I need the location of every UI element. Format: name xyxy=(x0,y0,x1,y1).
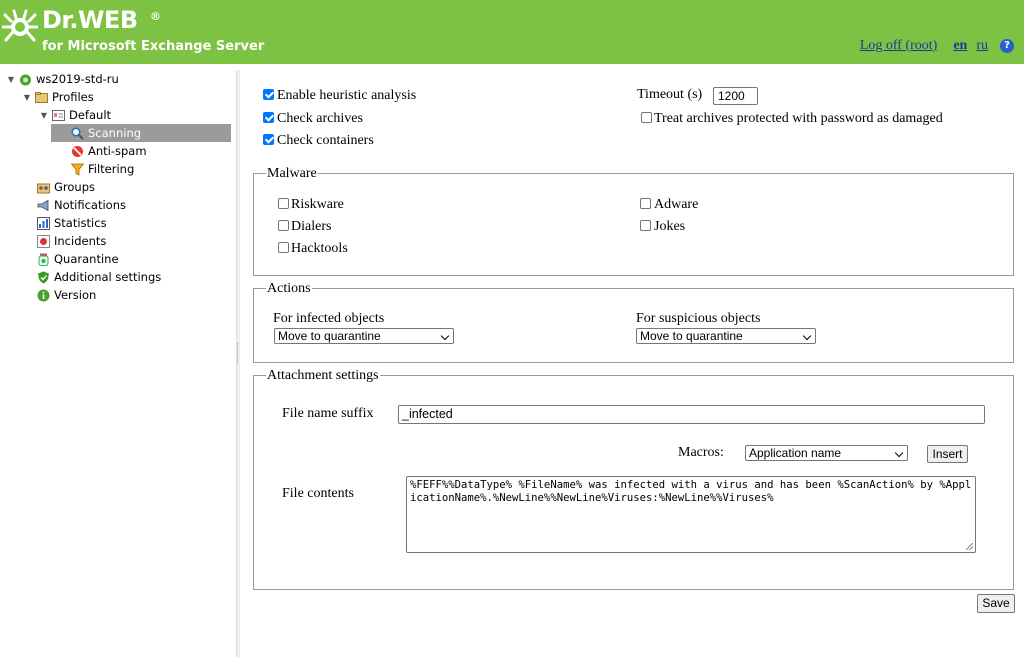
dialers-label: Dialers xyxy=(291,219,332,234)
resize-grip-icon[interactable] xyxy=(966,543,973,550)
tree-label: Groups xyxy=(54,180,96,194)
suspicious-objects-label: For suspicious objects xyxy=(636,311,761,326)
megaphone-icon xyxy=(37,199,50,212)
chevron-down-icon xyxy=(894,448,904,458)
sidebar-tree: ▼ ws2019-std-ru ▼ Profiles ▼ Default Sca… xyxy=(0,64,236,657)
magnifier-icon xyxy=(71,126,84,140)
groups-icon xyxy=(37,181,50,194)
tree-label: Scanning xyxy=(88,126,142,140)
bar-chart-icon xyxy=(37,216,50,230)
tree-label: Additional settings xyxy=(54,270,162,284)
tree-item-incidents[interactable]: Incidents xyxy=(37,232,106,250)
jokes-label: Jokes xyxy=(654,219,686,234)
tree-item-statistics[interactable]: Statistics xyxy=(37,214,107,232)
tree-label: Profiles xyxy=(52,90,94,104)
tree-label: Incidents xyxy=(54,234,107,248)
funnel-icon xyxy=(70,163,85,176)
malware-fieldset xyxy=(253,173,1014,276)
profile-card-icon xyxy=(52,109,65,122)
select-value: Move to quarantine xyxy=(278,329,381,343)
tree-item-scanning[interactable]: Scanning xyxy=(51,124,231,142)
header-links: Log off (root) en ru ? xyxy=(860,37,1014,55)
check-containers-checkbox[interactable] xyxy=(263,134,274,145)
registered-mark: ® xyxy=(150,10,161,23)
collapse-arrow-icon[interactable]: ▼ xyxy=(39,111,49,120)
collapse-arrow-icon[interactable]: ▼ xyxy=(22,93,32,102)
brand-name: Dr.WEB xyxy=(42,6,138,34)
riskware-label: Riskware xyxy=(291,197,344,212)
info-icon xyxy=(37,289,50,302)
tree-item-groups[interactable]: Groups xyxy=(37,178,95,196)
timeout-input[interactable]: 1200 xyxy=(713,87,758,105)
check-containers-label: Check containers xyxy=(277,133,374,148)
insert-button[interactable]: Insert xyxy=(927,445,968,463)
no-entry-icon xyxy=(71,145,84,158)
tree-item-default-profile[interactable]: ▼ Default xyxy=(39,106,111,124)
dialers-checkbox[interactable] xyxy=(278,220,289,231)
suffix-input[interactable]: _infected xyxy=(398,405,985,424)
tree-item-version[interactable]: Version xyxy=(37,286,96,304)
save-button[interactable]: Save xyxy=(977,594,1015,613)
tree-item-antispam[interactable]: Anti-spam xyxy=(71,142,147,160)
check-archives-label: Check archives xyxy=(277,111,363,126)
jokes-checkbox[interactable] xyxy=(640,220,651,231)
tree-item-additional-settings[interactable]: Additional settings xyxy=(37,268,161,286)
adware-checkbox[interactable] xyxy=(640,198,651,209)
heuristic-label: Enable heuristic analysis xyxy=(277,88,417,103)
shield-icon xyxy=(37,271,50,284)
quarantine-jar-icon xyxy=(37,253,50,266)
incident-icon xyxy=(37,234,50,248)
header-bar: Dr.WEB ® for Microsoft Exchange Server L… xyxy=(0,0,1024,64)
file-contents-text: %FEFF%%DataType% %FileName% was infected… xyxy=(410,479,972,504)
actions-legend: Actions xyxy=(266,281,312,297)
splitter-grip-icon[interactable] xyxy=(237,343,239,363)
drweb-spider-logo-icon xyxy=(2,9,38,42)
tree-label: Anti-spam xyxy=(88,144,147,158)
heuristic-checkbox[interactable] xyxy=(263,89,274,100)
tree-item-profiles[interactable]: ▼ Profiles xyxy=(22,88,94,106)
suffix-label: File name suffix xyxy=(282,406,374,421)
select-value: Move to quarantine xyxy=(640,329,743,343)
tree-item-quarantine[interactable]: Quarantine xyxy=(37,250,119,268)
server-bug-icon xyxy=(19,73,32,86)
macros-select[interactable]: Application name xyxy=(745,445,908,461)
brand-subtitle: for Microsoft Exchange Server xyxy=(42,39,265,54)
timeout-label: Timeout (s) xyxy=(637,87,703,102)
macros-label: Macros: xyxy=(678,445,724,460)
adware-label: Adware xyxy=(654,197,699,212)
chevron-down-icon xyxy=(802,331,812,341)
check-archives-checkbox[interactable] xyxy=(263,112,274,123)
suspicious-action-select[interactable]: Move to quarantine xyxy=(636,328,816,344)
tree-label: ws2019-std-ru xyxy=(36,72,119,86)
tree-label: Default xyxy=(69,108,112,122)
folder-icon xyxy=(35,91,48,104)
hacktools-label: Hacktools xyxy=(291,241,348,256)
tree-item-filtering[interactable]: Filtering xyxy=(70,160,135,178)
infected-objects-label: For infected objects xyxy=(273,311,385,326)
protected-archives-checkbox[interactable] xyxy=(641,112,652,123)
tree-label: Quarantine xyxy=(54,252,119,266)
tree-label: Filtering xyxy=(88,162,135,176)
lang-ru-link[interactable]: ru xyxy=(976,38,988,54)
protected-archives-label: Treat archives protected with password a… xyxy=(654,111,943,126)
tree-label: Notifications xyxy=(54,198,126,212)
tree-item-notifications[interactable]: Notifications xyxy=(37,196,126,214)
logoff-link[interactable]: Log off (root) xyxy=(860,38,938,54)
tree-label: Statistics xyxy=(54,216,107,230)
malware-legend: Malware xyxy=(266,166,318,182)
collapse-arrow-icon[interactable]: ▼ xyxy=(6,75,16,84)
tree-item-server[interactable]: ▼ ws2019-std-ru xyxy=(6,70,119,88)
select-value: Application name xyxy=(749,446,842,460)
attachment-legend: Attachment settings xyxy=(266,368,380,384)
riskware-checkbox[interactable] xyxy=(278,198,289,209)
lang-en-link[interactable]: en xyxy=(953,38,967,54)
tree-label: Version xyxy=(54,288,97,302)
file-contents-textarea[interactable]: %FEFF%%DataType% %FileName% was infected… xyxy=(406,476,976,553)
infected-action-select[interactable]: Move to quarantine xyxy=(274,328,454,344)
help-icon[interactable]: ? xyxy=(1000,39,1014,53)
sidebar-splitter[interactable] xyxy=(236,70,240,657)
chevron-down-icon xyxy=(440,331,450,341)
file-contents-label: File contents xyxy=(282,486,354,501)
hacktools-checkbox[interactable] xyxy=(278,242,289,253)
